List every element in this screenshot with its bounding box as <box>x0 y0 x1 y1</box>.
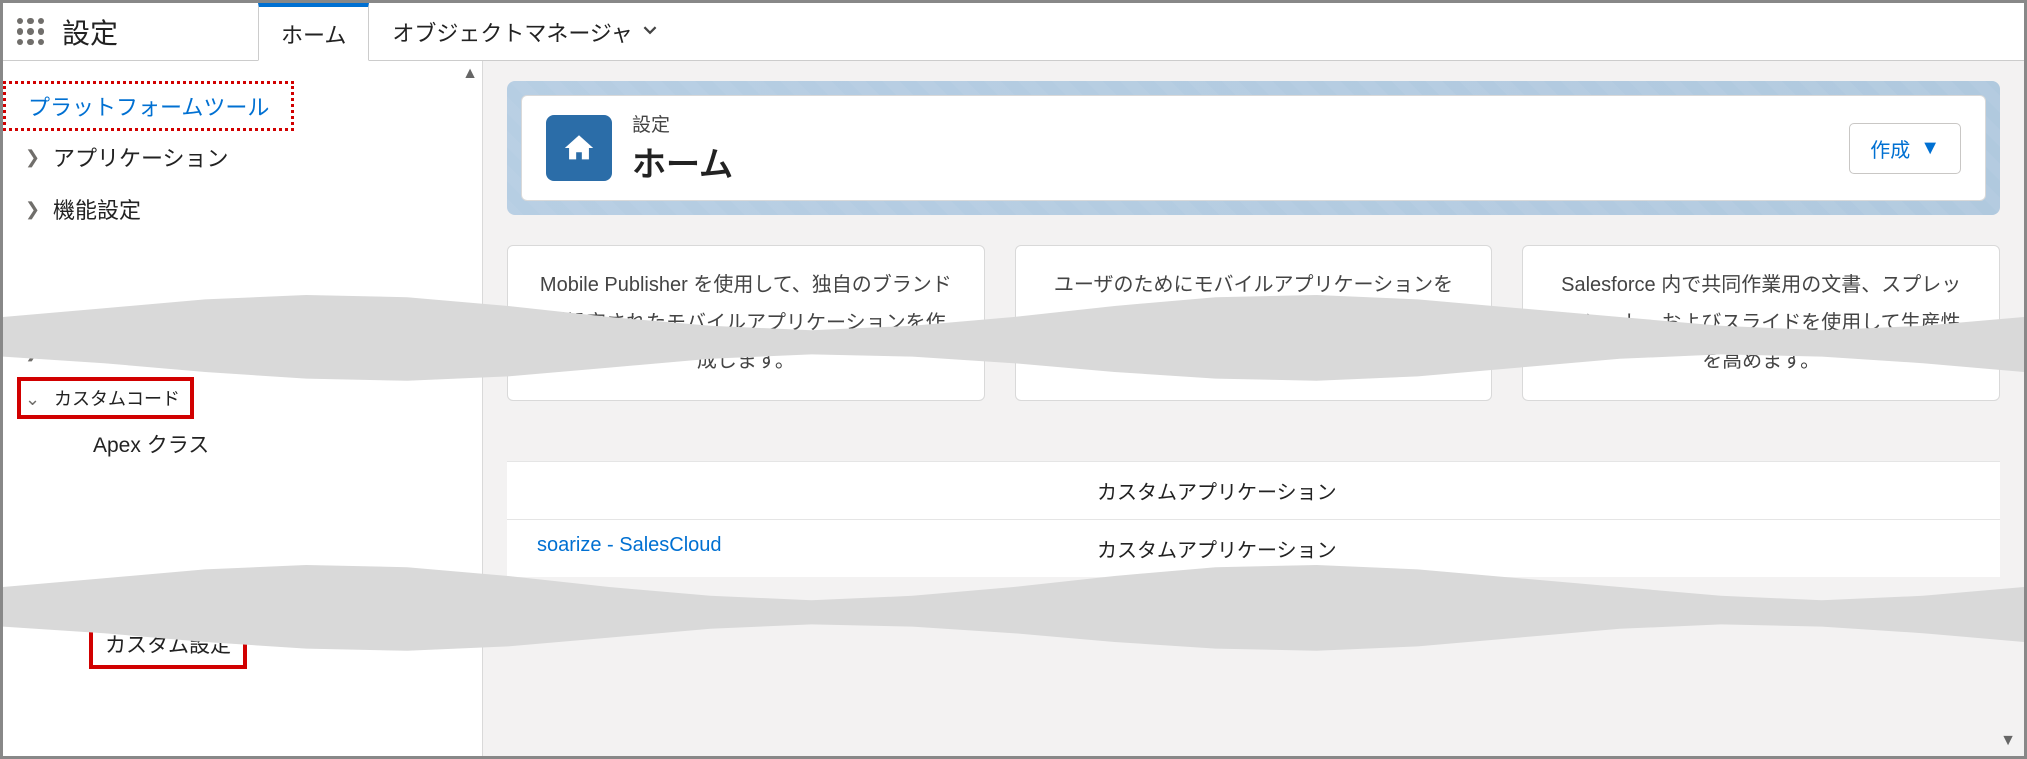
sidebar-item-label: ユーザインターフェース <box>53 335 292 367</box>
scroll-down-icon[interactable]: ▼ <box>2000 732 2016 750</box>
sidebar-item-apex-classes[interactable]: Apex クラス <box>3 419 482 469</box>
info-card-mobile-publisher: Mobile Publisher を使用して、独自のブランドが設定されたモバイル… <box>507 245 985 401</box>
chevron-right-icon: ❯ <box>25 199 53 220</box>
create-button-label: 作成 <box>1870 134 1910 163</box>
tab-home-label: ホーム <box>281 18 346 50</box>
chevron-right-icon: ❯ <box>25 341 53 362</box>
info-card-mobile-app: ユーザのためにモバイルアプリケーションを準備します。 <box>1015 245 1493 401</box>
sidebar-item-label: 機能設定 <box>53 193 141 225</box>
nav-tabs: ホーム オブジェクトマネージャ <box>258 3 680 60</box>
sidebar-item-label: Apex クラス <box>93 429 209 459</box>
table-cell-name[interactable] <box>537 476 1097 505</box>
recent-items-table: カスタムアプリケーション soarize - SalesCloud カスタムアプ… <box>507 461 2000 577</box>
sidebar-item-label: カスタムコード <box>54 389 180 409</box>
table-cell-type: カスタムアプリケーション <box>1097 476 1337 505</box>
create-button[interactable]: 作成 ▼ <box>1849 123 1961 174</box>
sidebar-item-label: アプリケーション <box>53 141 229 173</box>
sidebar-item-custom-permissions[interactable]: カスタム権限 <box>3 569 482 619</box>
hero-eyebrow: 設定 <box>632 110 733 137</box>
home-icon <box>546 115 612 181</box>
app-launcher-button[interactable] <box>3 3 58 60</box>
chevron-down-icon <box>643 23 657 42</box>
sidebar-item-user-interface[interactable]: ❯ ユーザインターフェース <box>3 325 482 377</box>
tab-object-manager-label: オブジェクトマネージャ <box>392 16 632 48</box>
global-header: 設定 ホーム オブジェクトマネージャ <box>3 3 2024 61</box>
caret-down-icon: ▼ <box>1920 137 1940 160</box>
tab-home[interactable]: ホーム <box>258 3 369 61</box>
main-content: 設定 ホーム 作成 ▼ Mobile Publisher を使用して、独自のブラ… <box>483 61 2024 756</box>
hero-card: 設定 ホーム 作成 ▼ <box>521 95 1986 201</box>
tab-object-manager[interactable]: オブジェクトマネージャ <box>369 3 679 60</box>
sidebar-item-label: カスタム設定 <box>105 634 231 657</box>
sidebar-item-custom-settings[interactable]: カスタム設定 <box>89 619 247 669</box>
app-name-label: 設定 <box>58 3 258 60</box>
table-cell-type: カスタムアプリケーション <box>1097 534 1337 563</box>
chevron-right-icon: ❯ <box>25 147 53 168</box>
sidebar-section-platform-tools: プラットフォームツール <box>3 81 294 131</box>
chevron-down-icon: ⌄ <box>25 389 49 410</box>
table-cell-name[interactable]: soarize - SalesCloud <box>537 534 1097 563</box>
info-card-quip: Salesforce 内で共同作業用の文書、スプレッドシート、およびスライドを使… <box>1522 245 2000 401</box>
sidebar-item-custom-code[interactable]: ⌄ カスタムコード <box>17 377 194 419</box>
scroll-up-icon[interactable]: ▲ <box>462 65 478 83</box>
page-title: ホーム <box>632 137 733 186</box>
table-row[interactable]: カスタムアプリケーション <box>507 461 2000 519</box>
setup-sidebar: ▲ プラットフォームツール ❯ アプリケーション ❯ 機能設定 ❯ ユーザインタ… <box>3 61 483 756</box>
sidebar-item-feature-settings[interactable]: ❯ 機能設定 <box>3 183 482 235</box>
app-launcher-icon <box>17 18 45 46</box>
sidebar-item-applications[interactable]: ❯ アプリケーション <box>3 131 482 183</box>
table-row[interactable]: soarize - SalesCloud カスタムアプリケーション <box>507 519 2000 577</box>
hero-banner: 設定 ホーム 作成 ▼ <box>507 81 2000 215</box>
sidebar-item-label: カスタム権限 <box>103 579 229 609</box>
info-cards-row: Mobile Publisher を使用して、独自のブランドが設定されたモバイル… <box>507 245 2000 401</box>
